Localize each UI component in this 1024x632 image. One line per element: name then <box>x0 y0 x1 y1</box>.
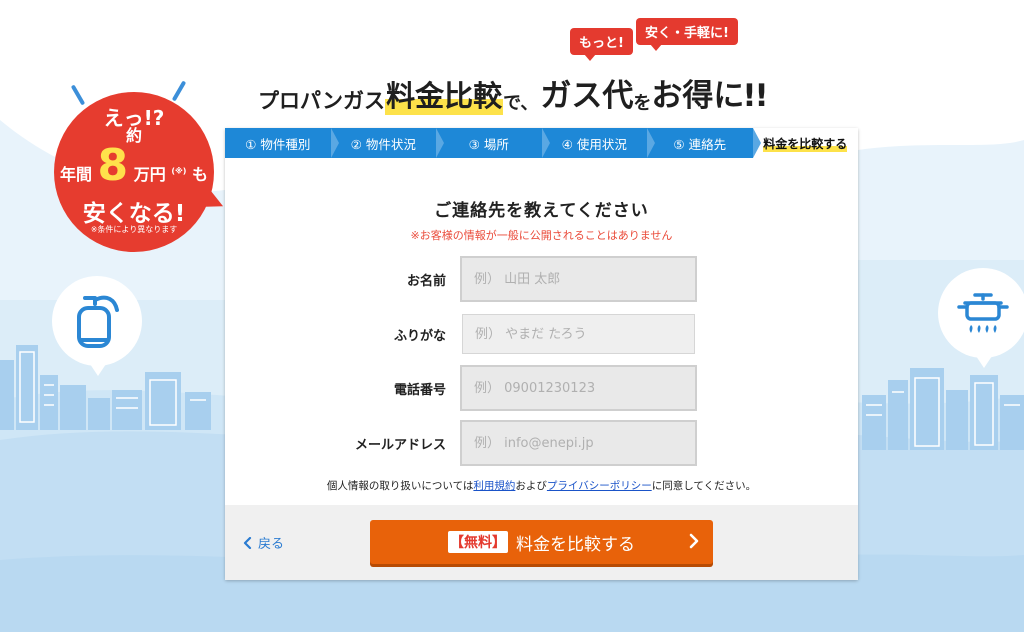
submit-label: 料金を比較する <box>516 534 635 555</box>
badge-suffix: も <box>192 165 209 184</box>
badge-amount: 8 <box>97 140 129 191</box>
pot-stove-circle <box>938 268 1024 368</box>
step-property-type[interactable]: ① 物件種別 <box>225 128 338 158</box>
headline-part-5: お得 <box>651 78 714 114</box>
compare-submit-button[interactable]: 【無料】 料金を比較する <box>370 520 713 564</box>
step-usage[interactable]: ④ 使用状況 <box>542 128 655 158</box>
name-label: お名前 <box>406 273 446 289</box>
step-location[interactable]: ③ 場所 <box>436 128 549 158</box>
badge-approx: 約 <box>125 126 142 145</box>
badge-unit: 万円 <box>133 165 166 184</box>
gas-cylinder-circle <box>52 276 142 376</box>
step-property-status[interactable]: ② 物件状況 <box>331 128 444 158</box>
form-row-phone: 電話番号 <box>225 365 858 411</box>
form-row-email: メールアドレス <box>225 420 858 466</box>
headline-part-1: プロパンガス <box>258 89 386 113</box>
bubble-more: もっと! <box>570 28 633 61</box>
page-headline: プロパンガス 料金比較 で、 ガス代 を お得 に!! <box>258 70 769 115</box>
chevron-right-icon <box>689 533 699 549</box>
headline-part-2: で、 <box>503 93 539 114</box>
back-button[interactable]: 戻る <box>243 533 284 552</box>
form-row-name: お名前 <box>225 256 858 302</box>
headline-part-6: に!! <box>713 78 768 114</box>
pot-stove-icon <box>957 293 1009 333</box>
badge-footnote: ※条件により異なります <box>90 225 178 234</box>
headline-part-3: ガス代 <box>540 78 634 114</box>
step-compare: 料金を比較する <box>752 128 858 158</box>
step-label: ① 物件種別 <box>245 136 311 152</box>
step-label: ② 物件状況 <box>350 136 416 152</box>
bubble-cheap-easy: 安く・手軽に! <box>636 18 738 51</box>
headline-part-4: を <box>633 93 652 114</box>
name-input[interactable] <box>460 256 697 302</box>
back-label: 戻る <box>258 537 285 552</box>
badge-note-mark: (※) <box>171 166 187 176</box>
free-tag: 【無料】 <box>448 531 508 553</box>
furigana-label: ふりがな <box>393 328 446 344</box>
step-label: 料金を比較する <box>763 134 848 152</box>
consent-suffix: に同意してください。 <box>651 480 757 492</box>
gas-cylinder-icon <box>77 295 119 348</box>
step-label: ④ 使用状況 <box>561 136 627 152</box>
badge-amount-line: 約 年間 8 万円 (※) も <box>54 128 214 188</box>
privacy-notice: ※お客様の情報が一般に公開されることはありません <box>410 229 673 242</box>
badge-cheaper: 安くなる! <box>82 201 186 227</box>
consent-prefix: 個人情報の取り扱いについては <box>326 480 474 492</box>
privacy-policy-link[interactable]: プライバシーポリシー <box>547 480 652 492</box>
form-footer: 戻る 【無料】 料金を比較する <box>225 505 858 580</box>
savings-badge: えっ!? 約 年間 8 万円 (※) も 安くなる! ※条件により異なります <box>54 92 214 252</box>
phone-input[interactable] <box>460 365 697 411</box>
consent-text: 個人情報の取り扱いについては利用規約およびプライバシーポリシーに同意してください… <box>225 478 858 493</box>
badge-year: 年間 <box>59 165 92 184</box>
contact-form-card: ① 物件種別 ② 物件状況 ③ 場所 ④ 使用状況 ⑤ 連絡先 料金を比較する … <box>225 128 858 580</box>
consent-and: および <box>515 480 547 492</box>
phone-label: 電話番号 <box>393 382 446 398</box>
step-label: ③ 場所 <box>468 136 509 152</box>
furigana-input[interactable] <box>462 314 695 354</box>
chevron-left-icon <box>243 536 252 549</box>
step-contact[interactable]: ⑤ 連絡先 <box>647 128 760 158</box>
progress-steps: ① 物件種別 ② 物件状況 ③ 場所 ④ 使用状況 ⑤ 連絡先 料金を比較する <box>225 128 858 158</box>
form-row-furigana: ふりがな <box>225 311 858 357</box>
step-label: ⑤ 連絡先 <box>673 136 727 152</box>
form-title: ご連絡先を教えてください <box>434 201 649 221</box>
headline-highlight: 料金比較 <box>385 73 504 115</box>
email-label: メールアドレス <box>354 437 446 453</box>
terms-link[interactable]: 利用規約 <box>473 480 515 492</box>
email-input[interactable] <box>460 420 697 466</box>
